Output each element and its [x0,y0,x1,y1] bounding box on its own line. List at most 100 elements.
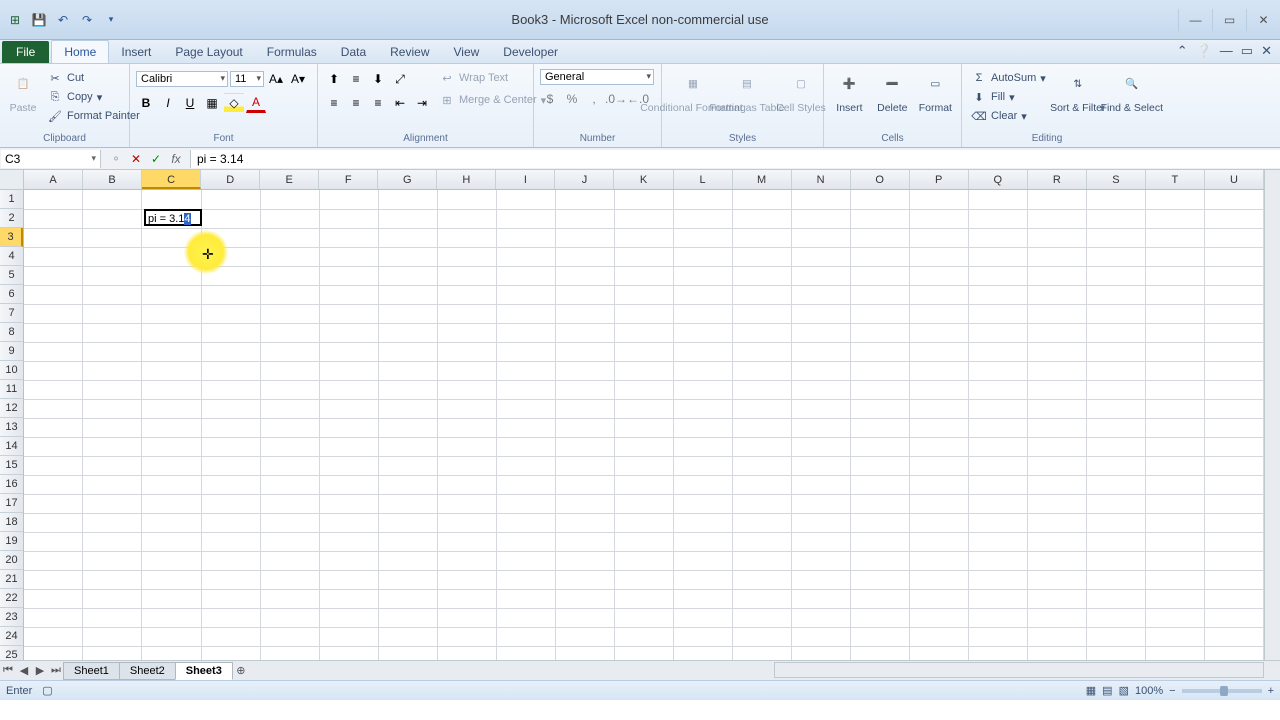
cell-I14[interactable] [496,437,555,456]
cell-K24[interactable] [614,627,673,646]
cell-D18[interactable] [201,513,260,532]
cell-H9[interactable] [437,342,496,361]
cell-L1[interactable] [673,190,732,209]
cell-Q21[interactable] [968,570,1027,589]
row-header-6[interactable]: 6 [0,285,23,304]
cell-J15[interactable] [555,456,614,475]
increase-indent-icon[interactable]: ⇥ [412,93,432,113]
cell-R2[interactable] [1027,209,1086,228]
cell-M2[interactable] [732,209,791,228]
cell-K19[interactable] [614,532,673,551]
cell-N25[interactable] [791,646,850,660]
cell-A19[interactable] [24,532,83,551]
cell-H5[interactable] [437,266,496,285]
cell-M10[interactable] [732,361,791,380]
minimize-button[interactable]: — [1178,9,1212,31]
undo-icon[interactable]: ↶ [54,11,72,29]
cell-B9[interactable] [83,342,142,361]
align-left-icon[interactable]: ≡ [324,93,344,113]
cell-H4[interactable] [437,247,496,266]
cell-G16[interactable] [378,475,437,494]
decrease-indent-icon[interactable]: ⇤ [390,93,410,113]
cell-N3[interactable] [791,228,850,247]
cell-N13[interactable] [791,418,850,437]
cell-G4[interactable] [378,247,437,266]
cell-T9[interactable] [1145,342,1204,361]
cell-S16[interactable] [1086,475,1145,494]
cell-T3[interactable] [1145,228,1204,247]
cell-L7[interactable] [673,304,732,323]
cell-F9[interactable] [319,342,378,361]
tab-page-layout[interactable]: Page Layout [163,41,254,63]
col-header-F[interactable]: F [319,170,378,189]
cell-U20[interactable] [1204,551,1263,570]
ribbon-window-max-icon[interactable]: ▭ [1241,43,1253,59]
cell-H6[interactable] [437,285,496,304]
cell-O13[interactable] [850,418,909,437]
font-color-button[interactable]: A [246,93,266,113]
cell-O12[interactable] [850,399,909,418]
cell-G17[interactable] [378,494,437,513]
cell-M23[interactable] [732,608,791,627]
cell-A21[interactable] [24,570,83,589]
cell-R1[interactable] [1027,190,1086,209]
cell-P24[interactable] [909,627,968,646]
cell-U7[interactable] [1204,304,1263,323]
cell-D3[interactable] [201,228,260,247]
cell-A20[interactable] [24,551,83,570]
cell-P21[interactable] [909,570,968,589]
cell-B1[interactable] [83,190,142,209]
cell-O5[interactable] [850,266,909,285]
cell-L22[interactable] [673,589,732,608]
col-header-I[interactable]: I [496,170,555,189]
cell-E19[interactable] [260,532,319,551]
cell-H12[interactable] [437,399,496,418]
cell-J6[interactable] [555,285,614,304]
col-header-N[interactable]: N [792,170,851,189]
horizontal-scrollbar[interactable] [774,662,1264,678]
cancel-icon[interactable]: ✕ [126,152,146,166]
cell-B8[interactable] [83,323,142,342]
cell-O1[interactable] [850,190,909,209]
cell-F17[interactable] [319,494,378,513]
sheet-tab-2[interactable]: Sheet2 [119,662,176,680]
tab-insert[interactable]: Insert [109,41,163,63]
cell-H15[interactable] [437,456,496,475]
cell-O10[interactable] [850,361,909,380]
tab-home[interactable]: Home [51,40,109,63]
sheet-tab-1[interactable]: Sheet1 [63,662,120,680]
cell-H7[interactable] [437,304,496,323]
cells-area[interactable]: pi = 3.14 pi = 3.14 ✛ [24,190,1264,660]
cell-M8[interactable] [732,323,791,342]
cell-R16[interactable] [1027,475,1086,494]
cell-T25[interactable] [1145,646,1204,660]
cell-R25[interactable] [1027,646,1086,660]
cell-L10[interactable] [673,361,732,380]
cell-A8[interactable] [24,323,83,342]
cell-D4[interactable] [201,247,260,266]
cell-Q1[interactable] [968,190,1027,209]
col-header-E[interactable]: E [260,170,319,189]
tab-developer[interactable]: Developer [491,41,570,63]
maximize-button[interactable]: ▭ [1212,9,1246,31]
align-right-icon[interactable]: ≡ [368,93,388,113]
cell-Q7[interactable] [968,304,1027,323]
cell-F6[interactable] [319,285,378,304]
cell-D14[interactable] [201,437,260,456]
cell-H11[interactable] [437,380,496,399]
tab-nav-next-icon[interactable]: ▶ [32,664,48,677]
cell-O11[interactable] [850,380,909,399]
copy-button[interactable]: ⎘Copy ▾ [44,88,143,106]
cell-G24[interactable] [378,627,437,646]
cell-F3[interactable] [319,228,378,247]
cell-K3[interactable] [614,228,673,247]
cell-D5[interactable] [201,266,260,285]
cell-U1[interactable] [1204,190,1263,209]
cell-S22[interactable] [1086,589,1145,608]
cell-B7[interactable] [83,304,142,323]
cell-A11[interactable] [24,380,83,399]
cell-N15[interactable] [791,456,850,475]
cell-R20[interactable] [1027,551,1086,570]
cell-E23[interactable] [260,608,319,627]
cell-J12[interactable] [555,399,614,418]
